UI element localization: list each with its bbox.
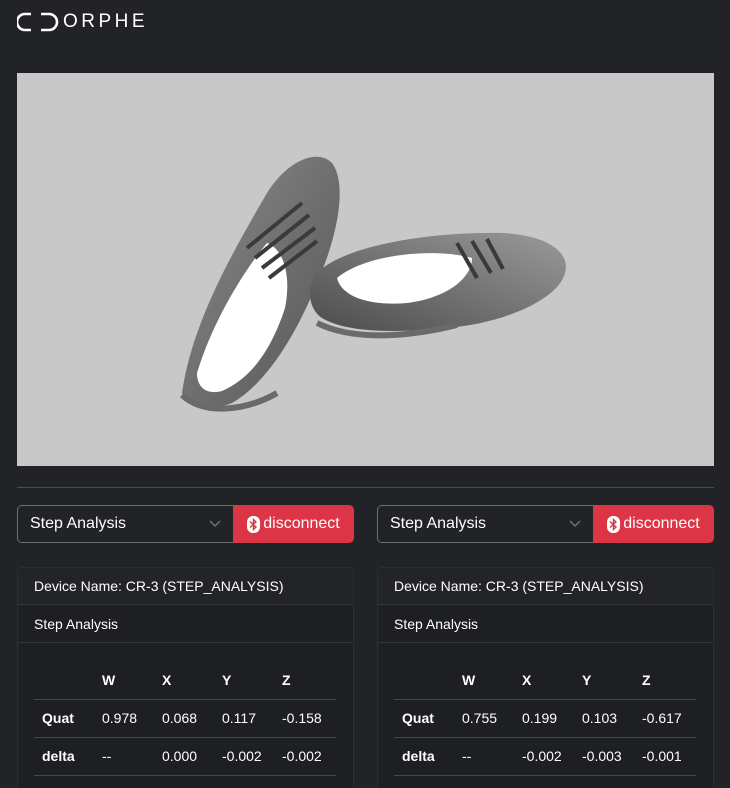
table-header-row: W X Y Z [394, 661, 696, 700]
device-card: Device Name: CR-3 (STEP_ANALYSIS) Step A… [377, 567, 714, 788]
column-header: X [514, 661, 574, 700]
chevron-down-icon [569, 520, 581, 528]
table-row: delta -- -0.002 -0.003 -0.001 [394, 737, 696, 776]
column-header: Z [274, 661, 336, 700]
table-cell: -0.617 [634, 699, 696, 738]
chevron-down-icon [209, 520, 221, 528]
brand-name: ORPHE [63, 11, 149, 32]
shoe-3d-render [179, 156, 566, 412]
orphe-logo-icon [17, 12, 59, 32]
column-header: Y [574, 661, 634, 700]
row-header: delta [34, 737, 94, 776]
section-title: Step Analysis [18, 605, 353, 643]
device-card: Device Name: CR-3 (STEP_ANALYSIS) Step A… [17, 567, 354, 788]
table-header-row: W X Y Z [34, 661, 336, 700]
disconnect-label: disconnect [623, 515, 700, 532]
column-header: Y [214, 661, 274, 700]
table-cell: -- [94, 737, 154, 776]
column-header: X [154, 661, 214, 700]
column-header: Z [634, 661, 696, 700]
mode-select-value: Step Analysis [30, 515, 127, 532]
column-header: W [94, 661, 154, 700]
table-cell: 0.117 [214, 699, 274, 738]
table-row: Quat 0.978 0.068 0.117 -0.158 [34, 699, 336, 738]
shoe-3d-viewer[interactable] [17, 73, 714, 466]
quaternion-table: W X Y Z Quat 0.755 0.199 0.103 -0.617 de… [394, 661, 696, 776]
disconnect-button[interactable]: disconnect [593, 505, 714, 543]
table-cell: 0.103 [574, 699, 634, 738]
mode-select[interactable]: Step Analysis [17, 505, 233, 543]
column-header [34, 661, 94, 700]
device-name: Device Name: CR-3 (STEP_ANALYSIS) [18, 568, 353, 605]
table-cell: 0.000 [154, 737, 214, 776]
app-header: ORPHE [0, 0, 730, 44]
column-header: W [454, 661, 514, 700]
table-cell: 0.978 [94, 699, 154, 738]
device-panel-right: Step Analysis disconnect Device Name: CR… [377, 505, 714, 788]
table-cell: -0.002 [214, 737, 274, 776]
table-cell: -0.003 [574, 737, 634, 776]
mode-select[interactable]: Step Analysis [377, 505, 593, 543]
disconnect-label: disconnect [263, 515, 340, 532]
table-cell: 0.199 [514, 699, 574, 738]
table-cell: -- [454, 737, 514, 776]
row-header: delta [394, 737, 454, 776]
table-cell: 0.068 [154, 699, 214, 738]
disconnect-button[interactable]: disconnect [233, 505, 354, 543]
bluetooth-icon [247, 515, 261, 533]
device-name: Device Name: CR-3 (STEP_ANALYSIS) [378, 568, 713, 605]
device-controls: Step Analysis disconnect [377, 505, 714, 543]
section-divider [17, 487, 714, 488]
table-cell: -0.002 [274, 737, 336, 776]
section-title: Step Analysis [378, 605, 713, 643]
row-header: Quat [394, 699, 454, 738]
row-header: Quat [34, 699, 94, 738]
table-cell: 0.755 [454, 699, 514, 738]
device-controls: Step Analysis disconnect [17, 505, 354, 543]
table-cell: -0.158 [274, 699, 336, 738]
column-header [394, 661, 454, 700]
table-row: delta -- 0.000 -0.002 -0.002 [34, 737, 336, 776]
mode-select-value: Step Analysis [390, 515, 487, 532]
table-cell: -0.002 [514, 737, 574, 776]
table-row: Quat 0.755 0.199 0.103 -0.617 [394, 699, 696, 738]
right-shoe-model [310, 232, 566, 339]
quaternion-table: W X Y Z Quat 0.978 0.068 0.117 -0.158 de… [34, 661, 336, 776]
bluetooth-icon [607, 515, 621, 533]
device-panel-left: Step Analysis disconnect Device Name: CR… [17, 505, 354, 788]
table-cell: -0.001 [634, 737, 696, 776]
